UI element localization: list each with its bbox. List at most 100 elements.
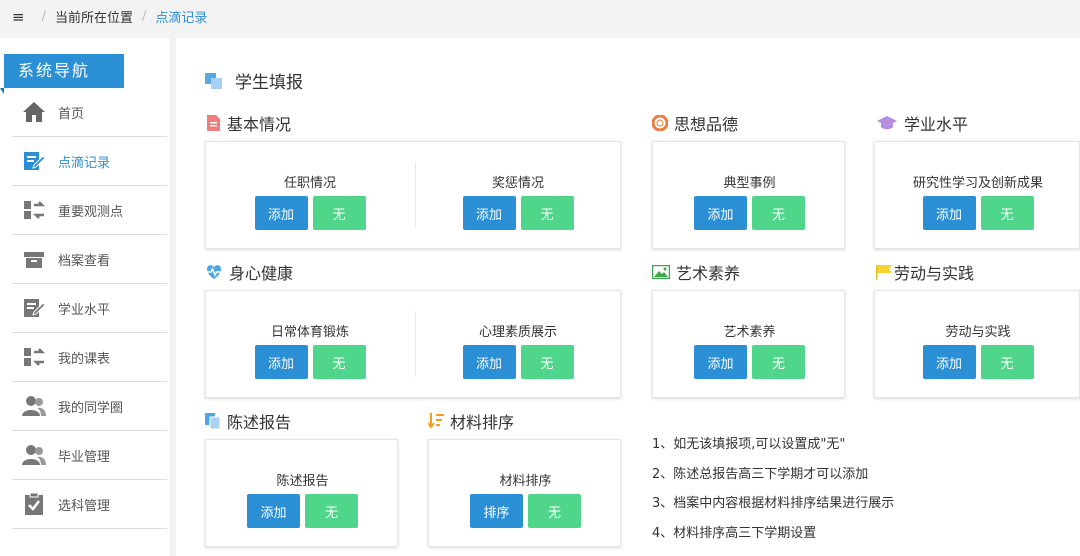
card-labor: 劳动与实践 添加 无	[874, 290, 1080, 398]
section-title-labor: 劳动与实践	[876, 260, 974, 284]
sidebar-nav: 首页 点滴记录 重要观测点 档案查看 学业水平 我的课表 我的同学圈 毕业管理 …	[12, 88, 167, 529]
sidebar-title: 系统导航	[0, 54, 124, 94]
sidebar-item-classmates[interactable]: 我的同学圈	[12, 382, 167, 431]
section-title-text: 思想品德	[674, 115, 739, 134]
sidebar-item-label: 重要观测点	[58, 204, 124, 220]
swap-icon	[22, 198, 46, 222]
breadcrumb-separator: /	[41, 9, 46, 24]
sidebar-item-label: 我的课表	[58, 351, 111, 367]
lifebuoy-icon	[652, 115, 668, 131]
add-button[interactable]: 添加	[922, 196, 976, 230]
card-health: 日常体育锻炼 添加 无 心理素质展示 添加 无	[205, 290, 621, 398]
section-title-report: 陈述报告	[205, 409, 291, 433]
add-button[interactable]: 添加	[694, 345, 747, 379]
card-moral: 典型事例 添加 无	[652, 141, 845, 249]
item-cell: 日常体育锻炼 添加 无	[206, 291, 414, 397]
section-title-basic: 基本情况	[205, 111, 291, 135]
add-button[interactable]: 添加	[254, 345, 308, 379]
sidebar-item-label: 档案查看	[58, 253, 111, 269]
sidebar-item-label: 学业水平	[58, 302, 111, 318]
section-title-text: 材料排序	[450, 413, 515, 432]
image-icon	[652, 264, 670, 280]
none-button[interactable]: 无	[980, 196, 1034, 230]
breadcrumb-bar: ≡ / 当前所在位置 / 点滴记录	[0, 0, 1080, 33]
section-title-art: 艺术素养	[652, 260, 740, 284]
section-title-text: 劳动与实践	[894, 264, 975, 283]
copy-document-icon	[205, 413, 221, 429]
add-button[interactable]: 添加	[462, 345, 516, 379]
sidebar-item-home[interactable]: 首页	[12, 88, 167, 137]
users-icon	[22, 394, 46, 418]
add-button[interactable]: 添加	[694, 196, 747, 230]
none-button[interactable]: 无	[980, 345, 1034, 379]
squares-icon	[205, 72, 223, 89]
none-button[interactable]: 无	[520, 345, 574, 379]
sort-icon	[428, 413, 444, 429]
section-title-text: 身心健康	[229, 264, 294, 283]
sidebar-item-academic[interactable]: 学业水平	[12, 284, 167, 333]
item-name: 艺术素养	[723, 325, 776, 340]
breadcrumb-item-location: 当前所在位置	[54, 11, 133, 26]
item-cell: 陈述报告 添加 无	[206, 440, 399, 546]
item-name: 心理素质展示	[478, 325, 557, 340]
sidebar-item-label: 毕业管理	[58, 449, 111, 465]
sidebar-item-label: 选科管理	[58, 498, 111, 514]
none-button[interactable]: 无	[752, 196, 805, 230]
sidebar-item-records[interactable]: 点滴记录	[12, 137, 167, 186]
card-art: 艺术素养 添加 无	[652, 290, 845, 398]
sidebar-item-subject-selection[interactable]: 选科管理	[12, 480, 167, 529]
section-title-sort: 材料排序	[428, 409, 514, 433]
breadcrumb-separator: /	[141, 9, 147, 24]
sidebar-item-label: 我的同学圈	[58, 400, 124, 416]
item-cell: 典型事例 添加 无	[653, 142, 846, 248]
card-academic: 研究性学习及创新成果 添加 无	[874, 141, 1080, 249]
add-button[interactable]: 添加	[922, 345, 976, 379]
item-name: 陈述报告	[276, 474, 329, 489]
sidebar: 系统导航 首页 点滴记录 重要观测点 档案查看 学业水平 我的课表 我的同学圈 …	[0, 38, 170, 556]
page-title-text: 学生填报	[235, 73, 303, 93]
swap-icon	[22, 345, 46, 369]
note-item: 3、档案中内容根据材料排序结果进行展示	[652, 496, 895, 511]
item-name: 奖惩情况	[491, 176, 544, 191]
item-name: 日常体育锻炼	[270, 325, 349, 340]
sidebar-item-archive[interactable]: 档案查看	[12, 235, 167, 284]
users-icon	[22, 443, 46, 467]
item-name: 任职情况	[283, 176, 336, 191]
section-title-moral: 思想品德	[652, 111, 738, 135]
breadcrumb-item-current[interactable]: 点滴记录	[155, 7, 207, 26]
item-name: 典型事例	[723, 176, 776, 191]
item-cell: 劳动与实践 添加 无	[875, 291, 1080, 397]
item-cell: 研究性学习及创新成果 添加 无	[875, 142, 1080, 248]
add-button[interactable]: 添加	[462, 196, 516, 230]
archive-box-icon	[22, 247, 46, 271]
sidebar-item-graduation[interactable]: 毕业管理	[12, 431, 167, 480]
home-icon	[22, 100, 46, 124]
flag-icon	[876, 264, 892, 280]
section-title-text: 基本情况	[227, 115, 292, 134]
section-title-text: 艺术素养	[676, 264, 741, 283]
none-button[interactable]: 无	[305, 494, 358, 528]
page-title: 学生填报	[205, 68, 303, 93]
none-button[interactable]: 无	[752, 345, 805, 379]
sidebar-item-schedule[interactable]: 我的课表	[12, 333, 167, 382]
section-title-text: 陈述报告	[227, 413, 292, 432]
none-button[interactable]: 无	[528, 494, 581, 528]
section-title-academic: 学业水平	[876, 111, 968, 135]
graduation-cap-icon	[876, 115, 898, 131]
card-sort: 材料排序 排序 无	[428, 439, 621, 547]
menu-icon[interactable]: ≡	[12, 8, 25, 26]
sidebar-item-label: 点滴记录	[58, 155, 111, 171]
sort-button[interactable]: 排序	[470, 494, 523, 528]
none-button[interactable]: 无	[520, 196, 574, 230]
section-title-health: 身心健康	[205, 260, 293, 284]
item-name: 研究性学习及创新成果	[912, 176, 1043, 191]
edit-icon	[22, 296, 46, 320]
add-button[interactable]: 添加	[254, 196, 308, 230]
none-button[interactable]: 无	[312, 196, 366, 230]
edit-icon	[22, 149, 46, 173]
add-button[interactable]: 添加	[247, 494, 300, 528]
item-cell: 材料排序 排序 无	[429, 440, 622, 546]
none-button[interactable]: 无	[312, 345, 366, 379]
item-cell: 任职情况 添加 无	[206, 142, 414, 248]
sidebar-item-observation[interactable]: 重要观测点	[12, 186, 167, 235]
